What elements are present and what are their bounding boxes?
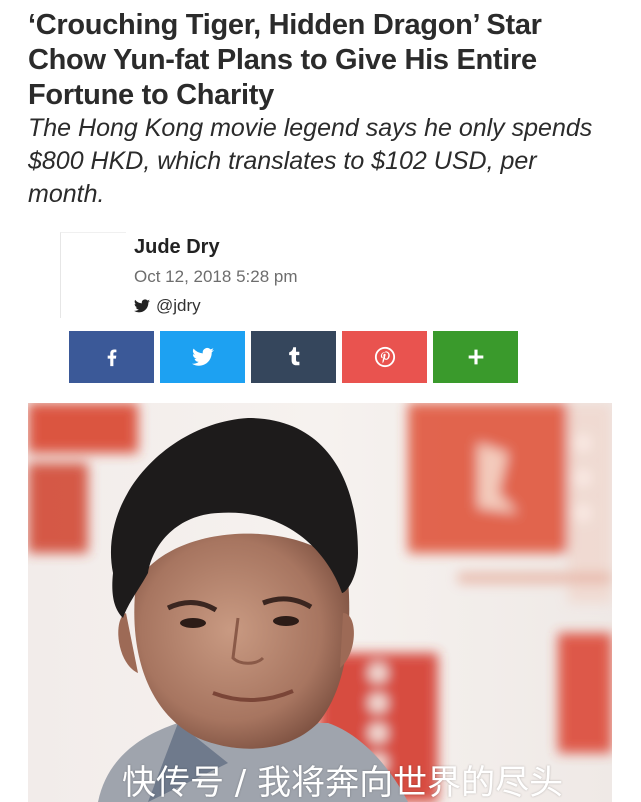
article-subheadline: The Hong Kong movie legend says he only … (28, 114, 593, 208)
facebook-share-button[interactable] (69, 331, 154, 383)
more-share-button[interactable] (433, 331, 518, 383)
twitter-icon (134, 299, 150, 313)
plus-icon (468, 349, 483, 365)
facebook-icon (107, 349, 116, 367)
share-bar (69, 331, 518, 383)
tumblr-icon (288, 347, 299, 366)
author-byline: Jude Dry Oct 12, 2018 5:28 pm @jdry (60, 232, 360, 322)
pinterest-share-button[interactable] (342, 331, 427, 383)
watermark-text: 快传号 / 我将奔向世界的尽头 (122, 763, 564, 802)
pinterest-icon (374, 346, 395, 368)
tumblr-share-button[interactable] (251, 331, 336, 383)
twitter-icon (191, 347, 214, 366)
post-date: Oct 12, 2018 5:28 pm (134, 267, 298, 286)
author-name[interactable]: Jude Dry (134, 236, 220, 259)
article-photo (28, 403, 612, 802)
author-twitter-link[interactable]: @jdry (134, 296, 201, 316)
twitter-share-button[interactable] (160, 331, 245, 383)
article-headline: ‘Crouching Tiger, Hidden Dragon’ Star Ch… (28, 9, 542, 111)
author-avatar (60, 232, 126, 318)
twitter-handle: @jdry (156, 296, 201, 315)
